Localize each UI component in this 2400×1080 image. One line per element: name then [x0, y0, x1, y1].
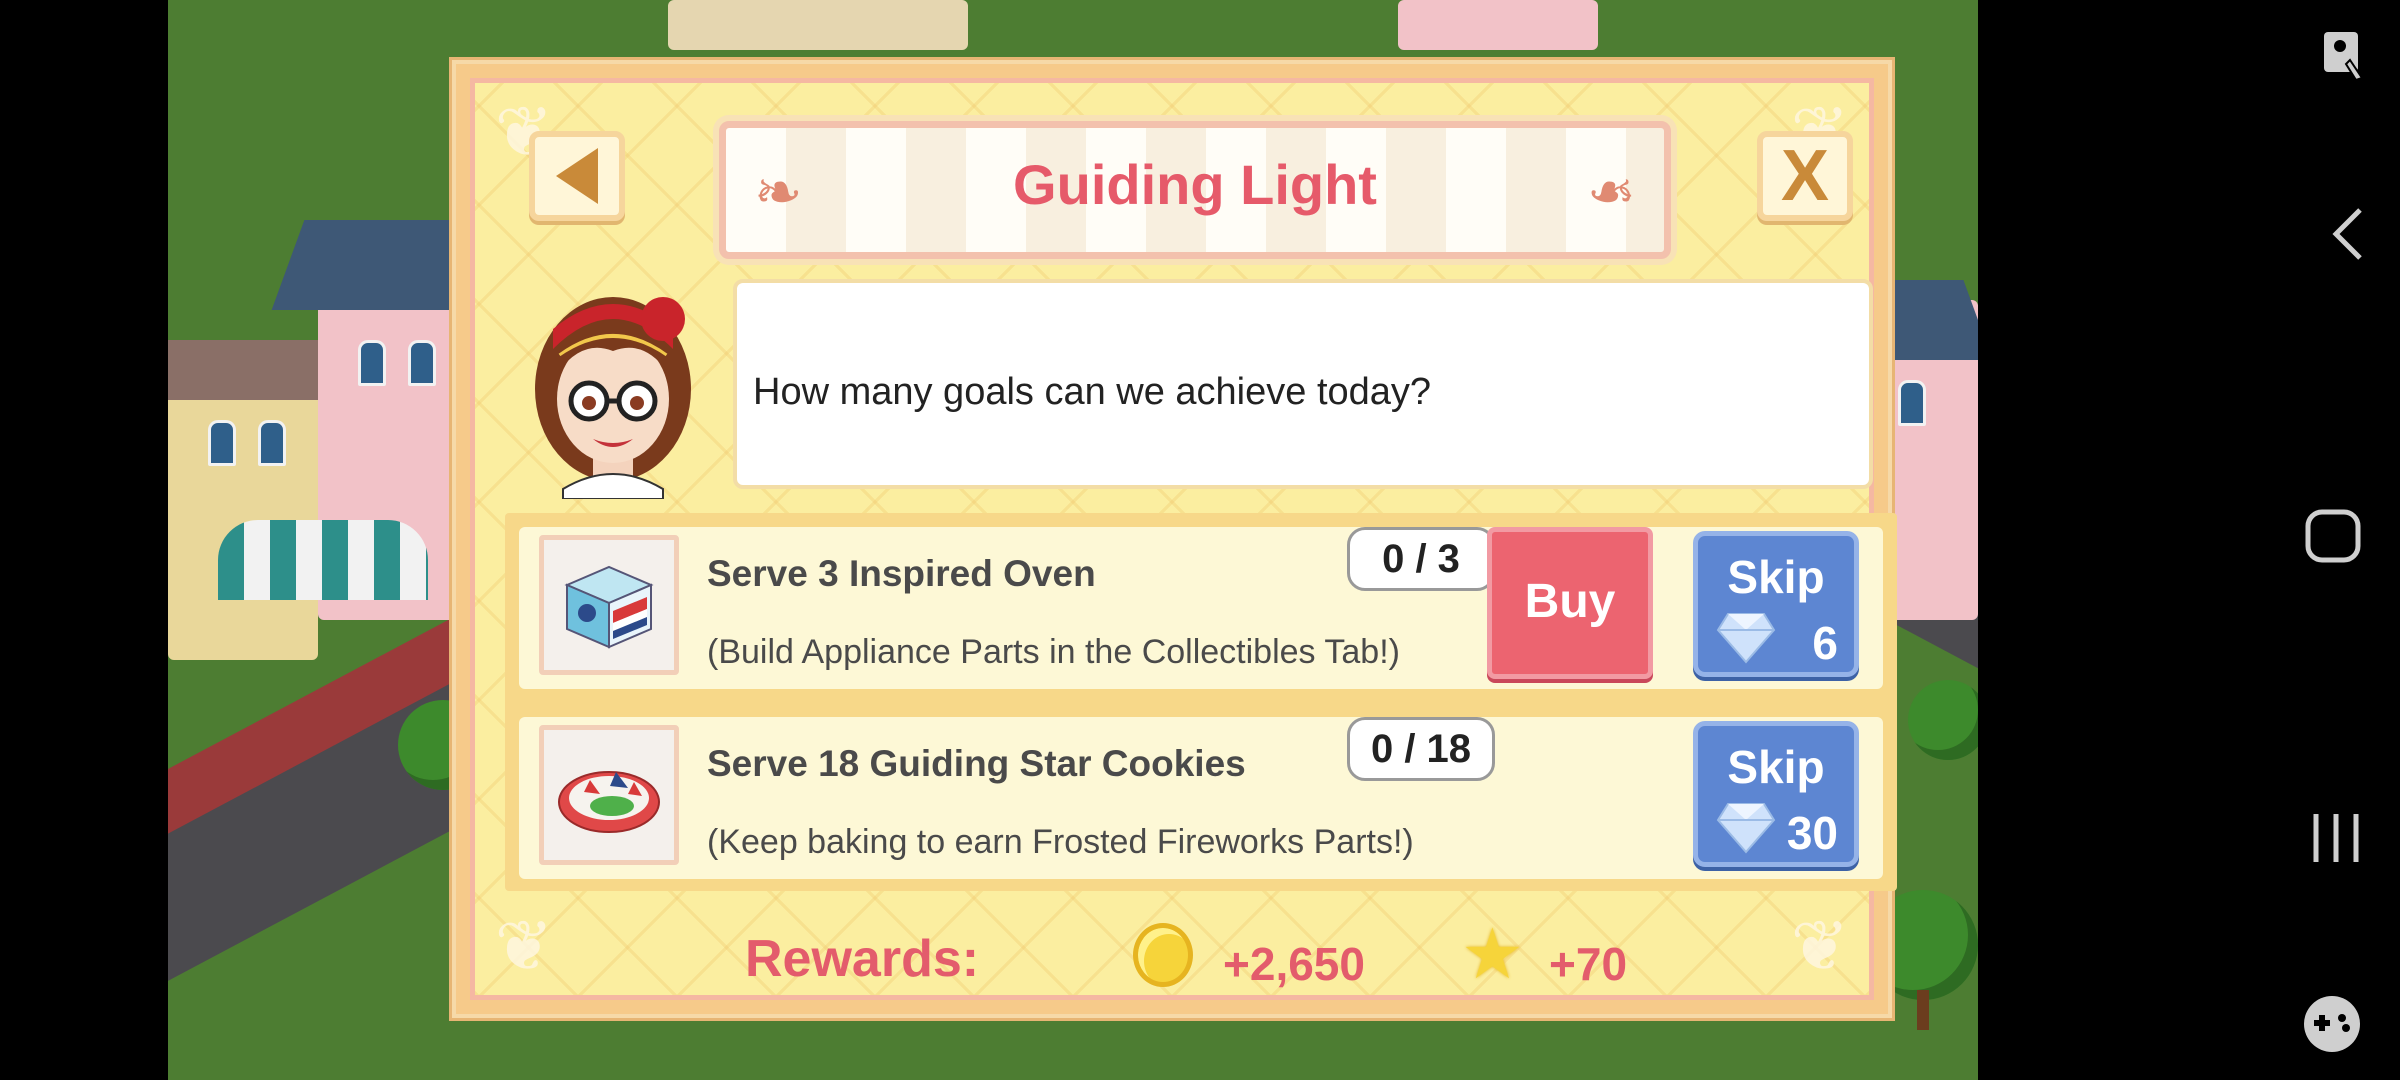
close-button[interactable]: X	[1757, 131, 1853, 221]
coin-icon	[1133, 923, 1193, 987]
skip-label: Skip	[1727, 741, 1825, 793]
goals-list: Serve 3 Inspired Oven (Build Appliance P…	[505, 513, 1897, 891]
goal-title: Serve 18 Guiding Star Cookies	[707, 743, 1246, 784]
skip-button[interactable]: Skip 30	[1693, 721, 1859, 867]
dialog-title: Guiding Light	[1013, 153, 1377, 216]
oven-icon	[539, 535, 679, 675]
dialog-panel: ❦ ❦ ❦ ❦ ❧ ❧ Guiding Light X	[470, 78, 1897, 1000]
goal-progress-badge: 0 / 18	[1347, 717, 1495, 781]
cookies-plate-icon	[539, 725, 679, 865]
back-icon[interactable]	[2330, 206, 2366, 262]
skip-cost: 30	[1786, 807, 1838, 859]
rewards-label: Rewards:	[745, 930, 980, 988]
oven-graphic	[564, 565, 654, 649]
goal-dialog: ❦ ❦ ❦ ❦ ❧ ❧ Guiding Light X	[452, 60, 1897, 1018]
title-banner: ❧ ❧ Guiding Light	[719, 121, 1671, 259]
goal-description: (Build Appliance Parts in the Collectibl…	[707, 633, 1400, 671]
window	[258, 420, 286, 466]
window	[1898, 380, 1926, 426]
tree	[1908, 680, 1978, 760]
back-arrow-icon	[556, 148, 598, 204]
goal-progress-badge: 0 / 3	[1347, 527, 1495, 591]
roof	[168, 340, 328, 400]
skip-label: Skip	[1727, 551, 1825, 603]
close-icon: X	[1780, 136, 1830, 216]
goal-row: Serve 3 Inspired Oven (Build Appliance P…	[519, 527, 1883, 689]
coin-reward-value: +2,650	[1223, 938, 1365, 990]
goal-title: Serve 3 Inspired Oven	[707, 553, 1096, 594]
building	[1398, 0, 1598, 50]
window	[408, 340, 436, 386]
gem-icon	[1716, 613, 1776, 664]
speech-bubble: How many goals can we achieve today?	[733, 279, 1873, 489]
chef-avatar	[535, 297, 691, 499]
rewards-bar: Rewards: +2,650 ★ +70	[505, 919, 1897, 1003]
building	[168, 360, 318, 660]
accessibility-icon[interactable]	[2322, 30, 2372, 86]
gem-icon	[1716, 803, 1776, 854]
goal-row: Serve 18 Guiding Star Cookies (Keep baki…	[519, 717, 1883, 879]
awning	[218, 520, 428, 600]
window	[358, 340, 386, 386]
home-icon[interactable]	[2304, 508, 2364, 564]
game-launcher-icon[interactable]	[2300, 994, 2364, 1054]
speech-text: How many goals can we achieve today?	[753, 371, 1432, 413]
building	[668, 0, 968, 50]
skip-cost: 6	[1812, 617, 1838, 669]
cookies-graphic	[558, 771, 660, 833]
tree-trunk	[1917, 990, 1929, 1030]
system-nav-bar	[1978, 0, 2400, 1080]
window	[208, 420, 236, 466]
skip-button[interactable]: Skip 6	[1693, 531, 1859, 677]
xp-reward-value: +70	[1549, 938, 1628, 990]
goal-description: (Keep baking to earn Frosted Fireworks P…	[707, 823, 1414, 861]
back-button[interactable]	[529, 131, 625, 221]
star-icon: ★	[1461, 915, 1524, 993]
recents-icon[interactable]	[2308, 810, 2364, 866]
buy-button[interactable]: Buy	[1487, 527, 1653, 679]
